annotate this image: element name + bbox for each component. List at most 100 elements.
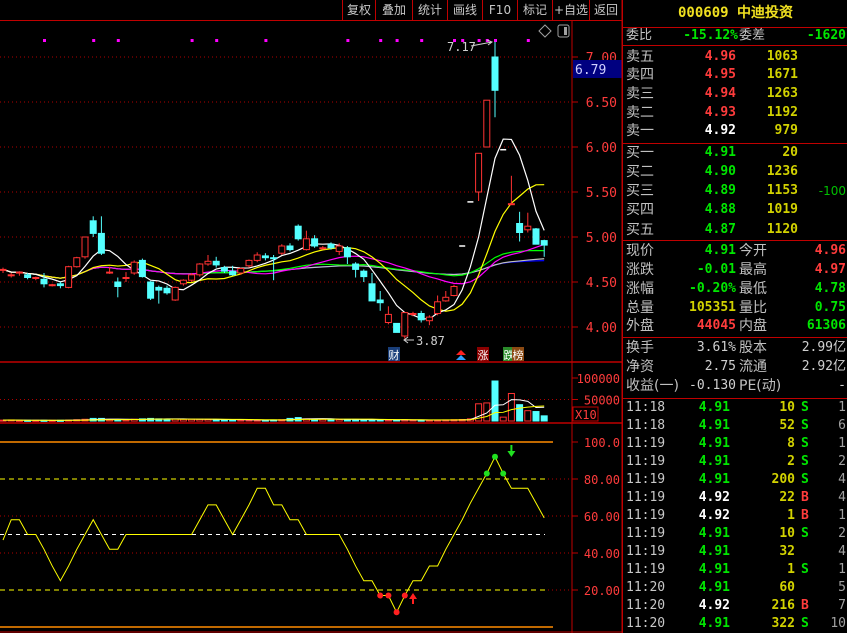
tick-row[interactable]: 11:19 4.91 1 S 1 bbox=[623, 561, 847, 579]
tick-row[interactable]: 11:19 4.92 22 B 4 bbox=[623, 489, 847, 507]
toolbar: 复权 叠加 统计 画线 F10 标记 +自选 返回 bbox=[0, 0, 622, 21]
candle-body bbox=[516, 223, 524, 233]
toolbar-button-0[interactable]: 复权 bbox=[342, 0, 375, 20]
candle-body bbox=[188, 274, 196, 281]
candle bbox=[278, 244, 286, 255]
candle-body bbox=[130, 261, 138, 274]
candle bbox=[483, 99, 491, 148]
candle bbox=[261, 253, 269, 261]
candle bbox=[81, 236, 89, 259]
tick-side: S bbox=[801, 616, 809, 631]
price-axis-label: 4.00 bbox=[586, 321, 617, 336]
toolbar-button-4[interactable]: F10 bbox=[482, 0, 517, 20]
tick-row[interactable]: 11:20 4.91 60 5 bbox=[623, 579, 847, 597]
tick-side: S bbox=[801, 562, 809, 577]
stat-label: 股本 bbox=[739, 340, 767, 356]
stat-value: 4.96 bbox=[814, 243, 846, 258]
candle bbox=[343, 246, 351, 264]
toolbar-button-5[interactable]: 标记 bbox=[517, 0, 552, 20]
toolbar-button-3[interactable]: 画线 bbox=[447, 0, 482, 20]
stat-value: 61306 bbox=[806, 318, 846, 333]
tick-row[interactable]: 11:18 4.91 52 S 6 bbox=[623, 417, 847, 435]
candle-body bbox=[532, 228, 540, 245]
event-marker-dot bbox=[395, 39, 399, 42]
candle bbox=[179, 279, 187, 286]
candle-body bbox=[294, 225, 302, 240]
sell-level-price: 4.96 bbox=[704, 49, 736, 64]
tick-row[interactable]: 11:19 4.91 10 S 2 bbox=[623, 525, 847, 543]
toolbar-button-1[interactable]: 叠加 bbox=[375, 0, 412, 20]
tick-side: S bbox=[801, 400, 809, 415]
candle bbox=[302, 230, 310, 251]
stat-value: -0.20% bbox=[689, 281, 736, 296]
stat-value: - bbox=[838, 378, 846, 393]
candle bbox=[286, 243, 294, 252]
candle-body bbox=[229, 270, 237, 276]
osc-sell-dot bbox=[483, 470, 490, 477]
tick-row[interactable]: 11:20 4.92 216 B 7 bbox=[623, 597, 847, 615]
event-marker-dot bbox=[92, 39, 96, 42]
tick-count: 4 bbox=[838, 472, 846, 487]
kline-chart[interactable]: 7.006.506.005.505.004.504.006.797.173.87… bbox=[0, 0, 622, 633]
candle-body bbox=[352, 263, 360, 270]
toolbar-button-6[interactable]: +自选 bbox=[552, 0, 589, 20]
stat-value: 0.75 bbox=[814, 300, 846, 315]
candle-body bbox=[409, 313, 417, 315]
osc-axis-label: 80.00 bbox=[584, 473, 620, 487]
low-price-label: 3.87 bbox=[416, 334, 445, 348]
tick-row[interactable]: 11:19 4.91 8 S 1 bbox=[623, 435, 847, 453]
stat-label: 最低 bbox=[739, 281, 767, 297]
buy-level-label: 买一 bbox=[626, 145, 654, 161]
tick-row[interactable]: 11:20 4.91 322 S 10 bbox=[623, 615, 847, 633]
toolbar-button-2[interactable]: 统计 bbox=[412, 0, 447, 20]
panel-toggle-icon bbox=[557, 24, 570, 38]
stat-value: 44045 bbox=[696, 318, 736, 333]
tick-row[interactable]: 11:19 4.91 32 4 bbox=[623, 543, 847, 561]
tick-volume: 200 bbox=[771, 472, 795, 487]
candle bbox=[130, 260, 138, 275]
cursor-price-label: 6.79 bbox=[575, 63, 606, 78]
tick-row[interactable]: 11:19 4.92 1 B 1 bbox=[623, 507, 847, 525]
stat-value: 4.78 bbox=[814, 281, 846, 296]
candle bbox=[97, 216, 105, 255]
event-marker-dot bbox=[190, 39, 194, 42]
tick-time: 11:18 bbox=[626, 418, 666, 433]
candle-body bbox=[73, 257, 81, 268]
volume-ma10-line bbox=[2, 405, 545, 421]
tick-count: 4 bbox=[838, 490, 846, 505]
candle-body bbox=[245, 259, 253, 267]
sell-level-volume: 1671 bbox=[766, 67, 798, 82]
candle-body bbox=[106, 271, 114, 274]
candle-body bbox=[114, 281, 122, 287]
stat-value: -0.130 bbox=[689, 378, 736, 393]
volume-bar bbox=[491, 380, 499, 422]
tick-time: 11:19 bbox=[626, 490, 666, 505]
tick-row[interactable]: 11:19 4.91 2 S 2 bbox=[623, 453, 847, 471]
candle bbox=[417, 310, 425, 323]
candle bbox=[360, 269, 368, 282]
sell-level-volume: 979 bbox=[774, 123, 798, 138]
price-axis-label: 5.00 bbox=[586, 231, 617, 246]
tick-time: 11:19 bbox=[626, 454, 666, 469]
tick-row[interactable]: 11:19 4.91 200 S 4 bbox=[623, 471, 847, 489]
volume-bar bbox=[516, 404, 524, 422]
stat-value: 3.61% bbox=[696, 340, 736, 355]
buy-level-label: 买四 bbox=[626, 202, 654, 218]
weibi-value: -15.12% bbox=[683, 28, 738, 43]
candle-body bbox=[376, 299, 384, 304]
tick-time: 11:19 bbox=[626, 526, 666, 541]
toolbar-button-7[interactable]: 返回 bbox=[589, 0, 622, 20]
tick-price: 4.91 bbox=[698, 472, 730, 487]
candle bbox=[384, 306, 392, 325]
ma5-line bbox=[2, 138, 545, 320]
weicha-value: -1620 bbox=[806, 28, 846, 43]
osc-axis-label: 60.00 bbox=[584, 510, 620, 524]
tick-volume: 216 bbox=[771, 598, 795, 613]
tick-time: 11:20 bbox=[626, 580, 666, 595]
tick-row[interactable]: 11:18 4.91 10 S 1 bbox=[623, 399, 847, 417]
volume-unit-label: X10 bbox=[575, 408, 597, 422]
candle bbox=[401, 312, 409, 339]
tick-count: 7 bbox=[838, 598, 846, 613]
tick-price: 4.92 bbox=[698, 490, 730, 505]
candle-body bbox=[179, 279, 187, 285]
